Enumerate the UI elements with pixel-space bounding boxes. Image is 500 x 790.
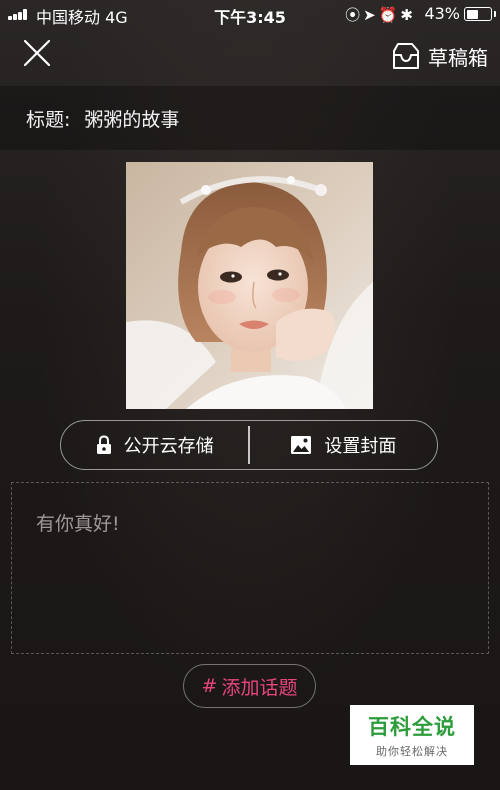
add-topic-button[interactable]: # 添加话题	[183, 664, 316, 708]
battery-icon	[464, 7, 496, 21]
watermark-logo: 百科全说 助你轻松解决	[350, 705, 474, 765]
watermark-title: 百科全说	[368, 715, 456, 739]
inbox-tray-icon	[393, 43, 419, 69]
cover-action-group: 公开云存储 设置封面	[60, 420, 438, 470]
close-button[interactable]	[22, 38, 52, 68]
watermark-subtitle: 助你轻松解决	[376, 745, 448, 758]
hashtag-icon: #	[201, 675, 218, 697]
location-arrow-icon: ➤	[363, 6, 379, 24]
battery-percent: 43%	[424, 4, 460, 23]
add-topic-label: 添加话题	[221, 676, 298, 699]
alarm-icon: ⏰	[378, 6, 401, 24]
title-row[interactable]: 标题: 粥粥的故事	[0, 86, 500, 150]
drafts-button[interactable]: 草稿箱	[392, 40, 488, 72]
close-icon	[23, 39, 51, 67]
drafts-label: 草稿箱	[428, 45, 488, 70]
public-cloud-storage-label: 公开云存储	[123, 436, 214, 457]
story-text: 有你真好!	[36, 513, 120, 535]
set-cover-label: 设置封面	[324, 436, 397, 457]
title-prefix: 标题:	[26, 108, 71, 131]
status-icons: ⦿➤⏰✱	[345, 4, 416, 25]
set-cover-button[interactable]: 设置封面	[250, 421, 437, 469]
orientation-lock-icon: ⦿	[345, 6, 364, 24]
battery-fill	[466, 9, 478, 19]
image-icon	[291, 436, 312, 454]
bluetooth-icon: ✱	[400, 6, 416, 24]
cover-image[interactable]	[126, 162, 373, 409]
story-text-area[interactable]: 有你真好!	[11, 482, 489, 654]
public-cloud-storage-button[interactable]: 公开云存储	[61, 421, 248, 469]
lock-icon	[96, 435, 111, 454]
status-bar: 中国移动 4G 下午3:45 ⦿➤⏰✱ 43%	[0, 0, 500, 28]
title-value[interactable]: 粥粥的故事	[84, 105, 179, 132]
cover-photo-illustration	[126, 162, 373, 409]
